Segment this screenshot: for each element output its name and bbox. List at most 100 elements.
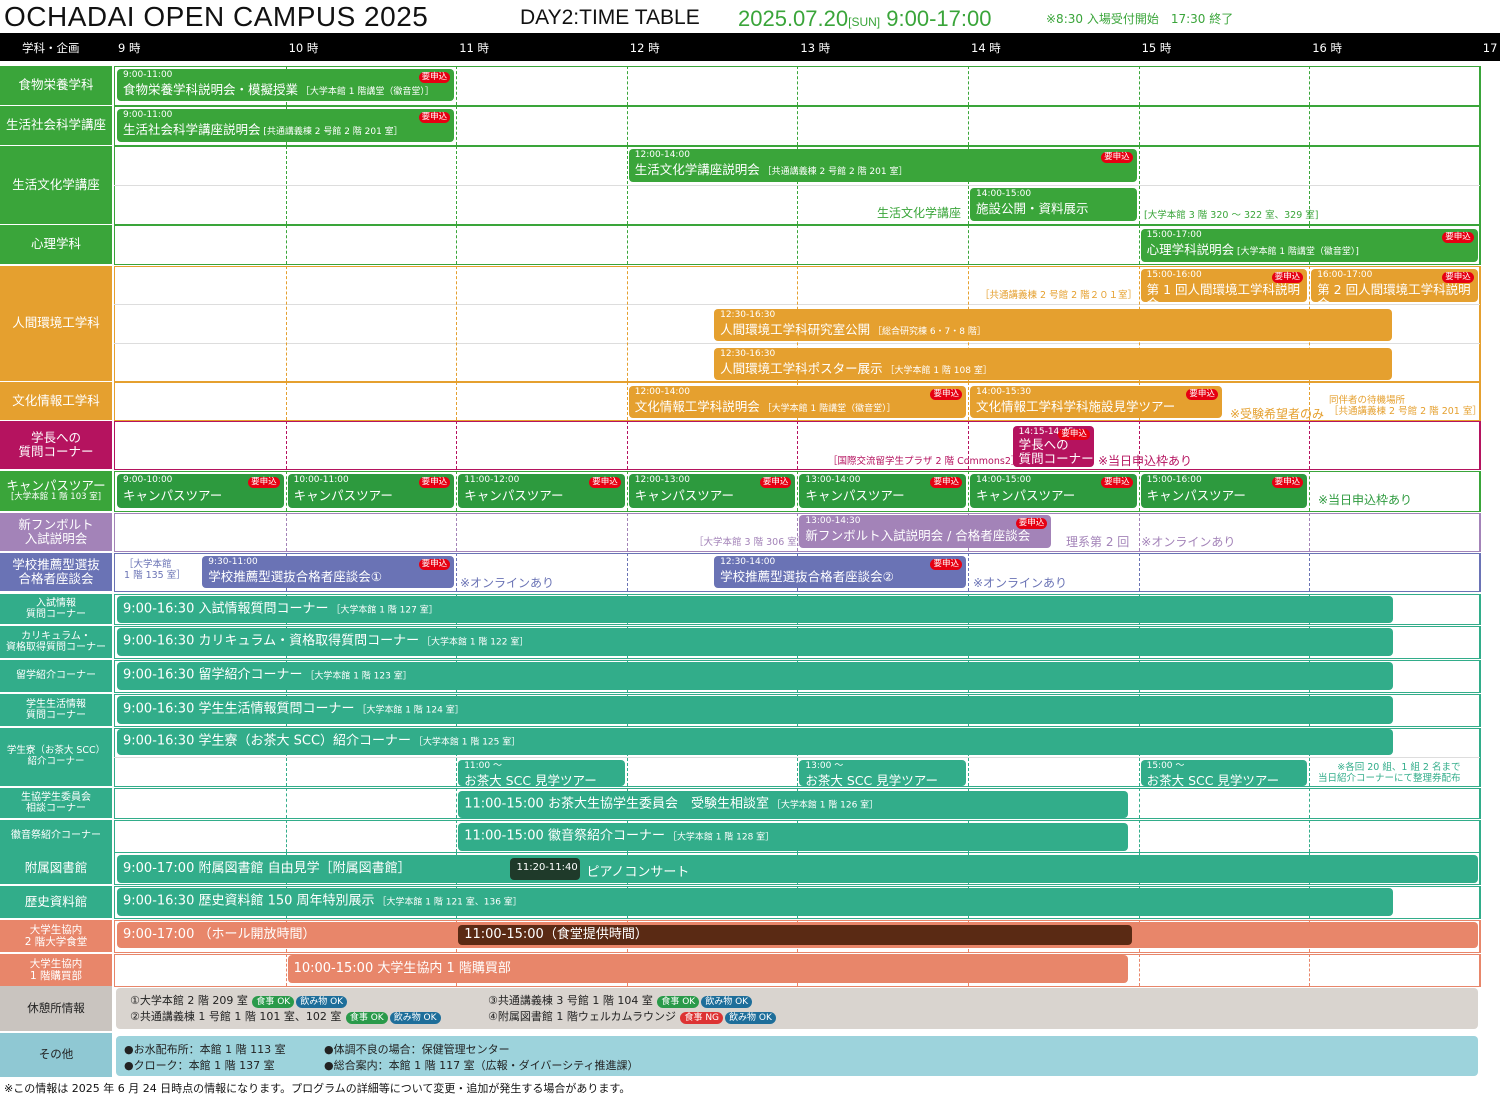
event-name: 第 1 回人間環境工学科説明会 [1147, 283, 1308, 303]
event-block[interactable]: 9:00-16:30 歴史資料館 150 周年特別展示 ［大学本館 1 階 12… [117, 888, 1393, 916]
hour-gridline [1309, 820, 1311, 852]
event-block[interactable]: 15:00-17:00 心理学科説明会 [大学本館 1 階講堂（徽音堂）] 要申込 [1140, 229, 1478, 262]
event-time: 9:00-16:30 [123, 601, 199, 616]
required-badge: 要申込 [418, 72, 451, 83]
event-name: 人間環境工学科ポスター展示 ［大学本館 1 階 108 室］ [720, 362, 992, 378]
event-block[interactable]: 15:00 ～ お茶大 SCC 見学ツアー [1140, 760, 1308, 786]
event-block[interactable]: 11:00-15:00 お茶大生協学生委員会 受験生相談室 ［大学本館 1 階 … [458, 791, 1129, 818]
event-time: 9:00-16:30 [123, 701, 199, 717]
rest-area-name: ①大学本館 2 階 209 室 [130, 994, 252, 1007]
event-time: 14:00-15:00 [976, 189, 1032, 199]
event-time: 9:00-17:00 [123, 861, 199, 876]
event-block[interactable]: 12:30-16:30 人間環境工学科ポスター展示 ［大学本館 1 階 108 室… [714, 348, 1393, 380]
event-block[interactable]: 13:00 ～ お茶大 SCC 見学ツアー [799, 760, 966, 786]
hour-label: 14 時 [971, 41, 1001, 55]
event-time: 12:00-14:00 [634, 150, 690, 160]
required-badge: 要申込 [930, 389, 962, 400]
department-name: 休憩所情報 [27, 1000, 85, 1015]
hour-gridline [1138, 553, 1140, 591]
required-badge: 要申込 [1271, 477, 1304, 488]
event-block[interactable]: 10:00-11:00 キャンパスツアー 要申込 [287, 474, 455, 508]
rest-area-item: ②共通講義棟 1 号館 1 階 101 室、102 室 食事 OK 飲み物 OK [130, 1008, 442, 1024]
hour-gridline [285, 382, 287, 420]
event-block[interactable]: 9:00-16:30 留学紹介コーナー ［大学本館 1 階 123 室］ [117, 662, 1393, 690]
required-badge: 要申込 [589, 477, 621, 488]
event-block[interactable]: 14:00-15:00 キャンパスツアー 要申込 [970, 474, 1137, 508]
hour-gridline [626, 421, 628, 469]
event-block[interactable]: 12:00-14:00 生活文化学講座説明会 ［共通講義棟 2 号館 2 階 20… [628, 149, 1137, 182]
required-badge: 要申込 [418, 477, 451, 488]
event-block[interactable]: 14:00-15:30 文化情報工学科学科施設見学ツアー 要申込 [970, 386, 1222, 418]
event-block[interactable]: 11:00 ～ お茶大 SCC 見学ツアー [458, 760, 625, 786]
event-block[interactable]: 13:00-14:30 新フンボルト入試説明会 / 合格者座談会 要申込 [799, 515, 1052, 548]
event-name: 9:00-17:00 （ホール開放時間） [123, 928, 316, 942]
rest-area-name: ②共通講義棟 1 号館 1 階 101 室、102 室 [130, 1010, 345, 1023]
event-time: 9:00-16:30 [123, 893, 199, 909]
event-room: ［大学本館 1 階 108 室］ [882, 366, 992, 376]
hour-gridline [456, 820, 458, 852]
event-name: キャンパスツアー [464, 489, 563, 503]
hour-gridline [968, 382, 969, 420]
annotation-note: ※オンラインあり [973, 576, 1068, 590]
event-block[interactable]: 9:00-10:00 キャンパスツアー 要申込 [117, 474, 284, 508]
piano-name: ピアノコンサート [586, 865, 690, 880]
event-title: （ホール開放時間） [198, 927, 316, 942]
event-title: キャンパスツアー [1146, 488, 1246, 503]
event-time: 15:00-16:00 [1146, 270, 1202, 280]
event-block[interactable]: 12:30-16:30 人間環境工学科研究室公開 ［総合研究棟 6・7・8 階］ [714, 309, 1393, 341]
event-title: 食物栄養学科説明会・模擬授業 [123, 82, 299, 97]
hour-gridline [1138, 788, 1140, 818]
event-room: ［大学本館 1 階講堂（徽音堂）］ [298, 87, 434, 97]
other-info-item: ●体調不良の場合：保健管理センター [324, 1043, 510, 1056]
event-time: 10:00-15:00 [293, 961, 378, 976]
event-title: 心理学科説明会 [1146, 242, 1235, 257]
event-block[interactable]: 9:00-11:00 食物栄養学科説明会・模擬授業 ［大学本館 1 階講堂（徽音堂… [117, 69, 455, 101]
food-badge: 食事 OK [657, 996, 700, 1008]
hour-gridline [797, 225, 799, 264]
event-time: 12:30-16:30 [720, 310, 776, 320]
event-block[interactable]: 15:00-16:00 キャンパスツアー 要申込 [1140, 474, 1308, 508]
event-block[interactable]: 14:15-14:45 学長への 質問コーナー 要申込 [1012, 426, 1094, 467]
event-block[interactable]: 9:00-16:30 カリキュラム・資格取得質問コーナー ［大学本館 1 階 1… [117, 628, 1393, 656]
event-block[interactable]: 15:00-16:00 第 1 回人間環境工学科説明会要申込 [1140, 269, 1308, 303]
hour-gridline [626, 66, 628, 105]
department-label: カリキュラム・ 資格取得質問コーナー [0, 626, 112, 658]
annotation-note: 同伴者の待機場所 ［共通講義棟 2 号館 2 階 201 室］ [1329, 395, 1482, 417]
hour-gridline [1309, 788, 1311, 818]
event-block[interactable]: 11:00-12:00 キャンパスツアー 要申込 [458, 474, 625, 508]
department-label: 附属図書館 [0, 852, 112, 884]
department-name: 歴史資料館 [24, 893, 88, 909]
event-block[interactable]: 10:00-15:00 大学生協内 1 階購買部 [287, 955, 1129, 983]
event-block[interactable]: 14:00-15:00 施設公開・資料展示 [970, 188, 1137, 221]
event-name: 生活社会科学講座説明会 [共通講義棟 2 号館 2 階 201 室］ [123, 123, 403, 139]
event-block[interactable]: 9:00-16:30 学生生活情報質問コーナー ［大学本館 1 階 124 室］ [117, 696, 1393, 724]
event-block[interactable]: 9:00-16:30 入試情報質問コーナー ［大学本館 1 階 127 室］ [117, 596, 1393, 623]
event-block[interactable]: 16:00-17:00 第 2 回人間環境工学科説明会要申込 [1311, 269, 1478, 302]
event-time: 12:00-13:00 [634, 475, 690, 485]
event-title: キャンパスツアー [464, 488, 564, 503]
event-block[interactable]: 13:00-14:00 キャンパスツアー 要申込 [799, 474, 966, 508]
event-block[interactable]: 11:00-15:00 徽音祭紹介コーナー ［大学本館 1 階 128 室］ [458, 823, 1129, 851]
event-block[interactable]: 12:00-14:00 文化情報工学科説明会 ［大学本館 1 階講堂（徽音堂）］ 要… [628, 386, 966, 418]
event-block[interactable]: 12:00-13:00 キャンパスツアー 要申込 [628, 474, 796, 508]
department-label: 学生寮（お茶大 SCC） 紹介コーナー [0, 728, 112, 786]
event-name: 11:00-15:00（食堂提供時間） [464, 928, 648, 942]
department-label: 学校推薦型選抜 合格者座談会 [0, 553, 112, 591]
event-time: 13:00-14:30 [805, 516, 861, 526]
event-block[interactable]: 9:30-11:00 学校推薦型選抜合格者座談会① 要申込 [202, 556, 455, 588]
annotation-note: ［国際交流留学生プラザ 2 階 Commons2］ [828, 456, 1021, 467]
event-time: 9:00-16:30 [123, 733, 199, 749]
event-block[interactable]: 9:00-17:00 附属図書館 自由見学［附属図書館］ [117, 855, 1478, 883]
event-block[interactable]: 9:00-11:00 生活社会科学講座説明会 [共通講義棟 2 号館 2 階 20… [117, 109, 455, 142]
event-title: 新フンボルト入試説明会 / 合格者座談会 [805, 528, 1031, 543]
event-room: ［大学本館 1 階 126 室］ [768, 800, 879, 810]
drink-badge: 飲み物 OK [725, 1012, 776, 1024]
event-room: ［大学本館 1 階講堂（徽音堂）］ [759, 404, 896, 414]
required-badge: 要申込 [930, 477, 962, 488]
event-room: ［総合研究棟 6・7・8 階］ [870, 327, 986, 337]
hour-gridline [797, 421, 799, 469]
event-block[interactable]: 12:30-14:00 学校推薦型選抜合格者座談会② 要申込 [714, 556, 966, 588]
event-block[interactable]: 9:00-16:30 学生寮（お茶大 SCC）紹介コーナー ［大学本館 1 階 … [117, 729, 1393, 755]
event-title: 生活社会科学講座説明会 [123, 122, 261, 137]
department-label: 休憩所情報 [0, 986, 112, 1031]
